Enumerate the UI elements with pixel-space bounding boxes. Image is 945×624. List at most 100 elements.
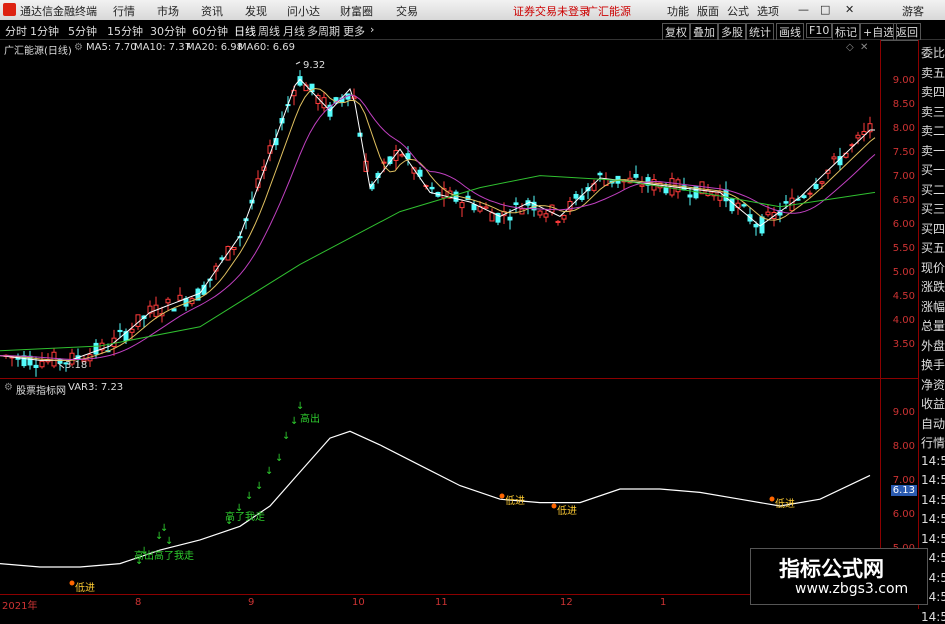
side-panel-item[interactable]: 卖五 — [921, 64, 945, 81]
candle-body — [801, 195, 807, 199]
x-tick-label: 9 — [248, 597, 255, 608]
menu-market[interactable]: 市场 — [157, 3, 179, 19]
period-tab-weekly[interactable]: 周线 — [258, 23, 280, 39]
candle-body — [429, 186, 435, 190]
side-panel-item[interactable]: 卖四 — [921, 83, 945, 100]
menu-ask[interactable]: 问小达 — [287, 3, 320, 19]
side-panel-item[interactable]: 收益 — [921, 395, 945, 412]
side-panel-item[interactable]: 14:50 — [921, 610, 945, 624]
side-panel-item[interactable]: 涨跌 — [921, 278, 945, 295]
candle-body — [783, 201, 789, 204]
menu-wealth[interactable]: 财富圈 — [340, 3, 373, 19]
main-chart-panel[interactable]: 广汇能源(日线) ⚙ MA5: 7.70 MA10: 7.37 MA20: 6.… — [0, 40, 880, 378]
side-panel-item[interactable]: 现价 — [921, 259, 945, 276]
minimize-icon[interactable]: — — [798, 3, 809, 16]
period-tab-30min[interactable]: 30分钟 — [150, 23, 186, 39]
low-price-label: 3.18 — [65, 360, 88, 371]
menu-news[interactable]: 资讯 — [201, 3, 223, 19]
side-panel-item[interactable]: 卖一 — [921, 142, 945, 159]
side-panel-item[interactable]: 卖三 — [921, 103, 945, 120]
back-button[interactable]: 返回 — [893, 23, 921, 41]
indicator-panel[interactable]: ⚙ 股票指标网 VAR3: 7.23 ↓ ↓ ↓ ↓ ↓ ↓ ↓ ↓ ↓ ↓ ↓ ↓ ↓ ↓ 高出 高了我走高… — [0, 379, 880, 594]
sell-arrow-icon: ↓ — [282, 431, 290, 442]
y-tick-label: 4.50 — [892, 291, 915, 302]
menu-options[interactable]: 选项 — [757, 3, 779, 19]
side-panel-item[interactable]: 买五 — [921, 239, 945, 256]
indicator-y-tick: 7.00 — [892, 475, 915, 487]
candle-body — [573, 193, 579, 199]
menu-function[interactable]: 功能 — [667, 3, 689, 19]
side-panel-item[interactable]: 涨幅 — [921, 298, 945, 315]
period-tab-multi[interactable]: 多周期 — [307, 23, 340, 39]
adjust-button[interactable]: 复权 — [662, 23, 690, 41]
side-panel-item[interactable]: 买一 — [921, 161, 945, 178]
signal-high-label: 高了我走 — [225, 510, 265, 523]
period-tab-more[interactable]: 更多 — [343, 23, 365, 39]
candle-body — [165, 298, 171, 304]
multi-stock-button[interactable]: 多股 — [718, 23, 746, 41]
side-panel-item[interactable]: 14:50 — [921, 512, 945, 526]
period-tab-60min[interactable]: 60分钟 — [192, 23, 228, 39]
side-panel-item[interactable]: 买二 — [921, 181, 945, 198]
signal-high-label: 高出高了我走 — [134, 549, 194, 562]
side-panel-item[interactable]: 净资 — [921, 376, 945, 393]
mark-button[interactable]: 标记 — [832, 23, 860, 41]
side-panel-item[interactable]: 14:50 — [921, 493, 945, 507]
side-panel-item[interactable]: 14:50 — [921, 473, 945, 487]
indicator-y-tick: 9.00 — [892, 407, 915, 419]
login-status[interactable]: 证券交易未登录 — [513, 3, 590, 19]
side-panel-item[interactable]: 换手 — [921, 356, 945, 373]
candle-body — [807, 192, 813, 195]
candle-body — [687, 194, 693, 198]
side-panel-item[interactable]: 外盘 — [921, 337, 945, 354]
period-tab-15min[interactable]: 15分钟 — [107, 23, 143, 39]
y-tick-label: 7.00 — [892, 171, 915, 182]
overlay-button[interactable]: 叠加 — [690, 23, 718, 41]
period-tab-timeshare[interactable]: 分时 — [5, 23, 27, 39]
candle-body — [663, 187, 669, 194]
chevron-right-icon[interactable]: › — [370, 23, 374, 36]
period-tab-1min[interactable]: 1分钟 — [30, 23, 59, 39]
candle-body — [129, 328, 135, 333]
candle-body — [555, 220, 561, 223]
side-panel-item[interactable]: 买三 — [921, 200, 945, 217]
var3-line — [0, 430, 871, 568]
candlestick-chart[interactable] — [0, 40, 880, 378]
candle-body — [699, 181, 705, 195]
side-panel-item[interactable]: 委比 — [921, 44, 945, 61]
menu-layout[interactable]: 版面 — [697, 3, 719, 19]
x-tick-label: 11 — [435, 597, 448, 608]
period-tab-monthly[interactable]: 月线 — [283, 23, 305, 39]
watermark-logo: 指标公式网 www.zbgs3.com — [750, 548, 928, 605]
side-panel-item[interactable]: 卖二 — [921, 122, 945, 139]
candle-body — [459, 202, 465, 209]
candle-body — [453, 191, 459, 202]
side-panel-item[interactable]: 行情 — [921, 434, 945, 451]
menu-trade[interactable]: 交易 — [396, 3, 418, 19]
menu-quotes[interactable]: 行情 — [113, 3, 135, 19]
side-panel-item[interactable]: 自动 — [921, 415, 945, 432]
f10-button[interactable]: F10 — [806, 23, 833, 38]
period-tab-5min[interactable]: 5分钟 — [68, 23, 97, 39]
guest-label[interactable]: 游客 — [902, 3, 924, 19]
candle-body — [543, 213, 549, 218]
quote-side-panel[interactable]: 委比卖五卖四卖三卖二卖一买一买二买三买四买五现价涨跌涨幅总量外盘换手净资收益自动… — [918, 40, 945, 624]
close-icon[interactable]: ✕ — [845, 3, 854, 16]
indicator-chart[interactable]: ↓↓↓↓↓↓↓↓↓↓↓↓↓↓高出高了我走高出高了我走低进低进低进低进 — [0, 379, 880, 594]
side-panel-item[interactable]: 总量 — [921, 317, 945, 334]
current-value-badge: 6.13 — [890, 485, 917, 496]
side-panel-item[interactable]: 买四 — [921, 220, 945, 237]
candle-body — [177, 294, 183, 301]
draw-button[interactable]: 画线 — [776, 23, 804, 41]
candle-body — [507, 216, 513, 221]
stats-button[interactable]: 统计 — [746, 23, 774, 41]
menu-discover[interactable]: 发现 — [245, 3, 267, 19]
add-favorite-button[interactable]: +自选 — [860, 23, 898, 41]
period-tab-daily[interactable]: 日线 — [234, 23, 256, 39]
y-tick-label: 7.50 — [892, 147, 915, 158]
side-panel-item[interactable]: 14:50 — [921, 454, 945, 468]
candle-body — [813, 184, 819, 189]
menu-formula[interactable]: 公式 — [727, 3, 749, 19]
side-panel-item[interactable]: 14:50 — [921, 532, 945, 546]
restore-icon[interactable]: □ — [820, 3, 830, 16]
